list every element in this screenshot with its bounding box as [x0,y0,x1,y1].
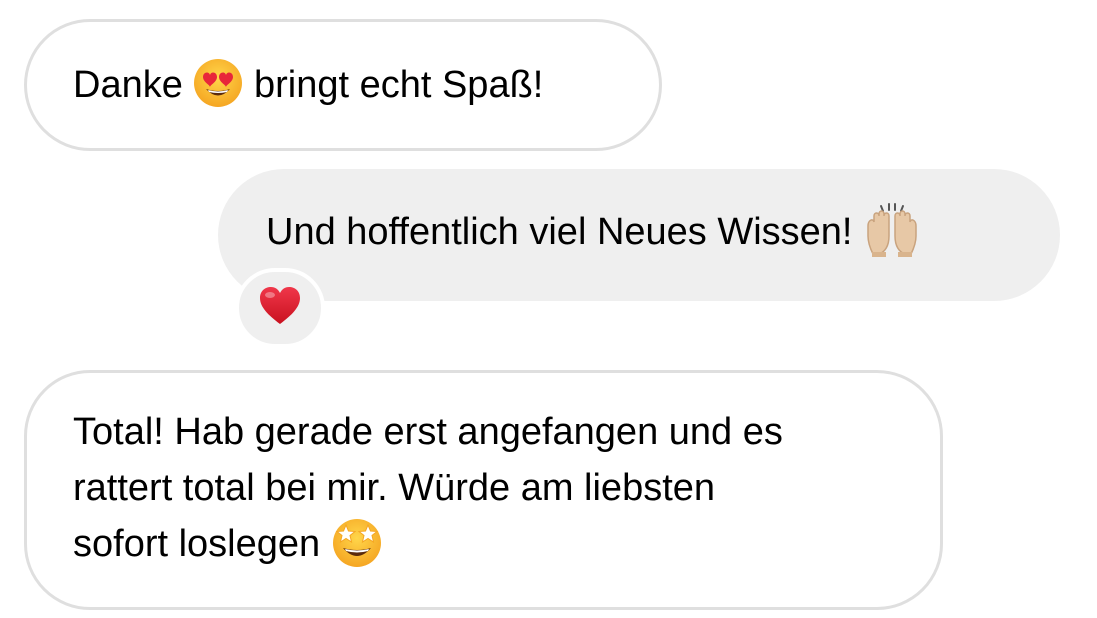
message-reaction[interactable] [235,268,325,348]
star-struck-icon [331,516,383,568]
message-text-line: Total! Hab gerade erst angefangen und es [73,411,783,453]
message-text: sofort loslegen [73,523,321,565]
smiling-face-with-heart-eyes-icon [193,58,243,108]
red-heart-icon [258,286,302,331]
message-text-line: rattert total bei mir. Würde am liebsten [73,467,716,509]
message-text-line-last: sofort loslegen [73,516,940,572]
message-text: Und hoffentlich viel Neues Wissen! [266,211,853,253]
message-bubble-incoming[interactable]: Danke bringt echt Spaß! [24,19,662,151]
message-text: bringt echt Spaß! [253,64,544,106]
message-bubble-incoming[interactable]: Total! Hab gerade erst angefangen und es… [24,370,943,610]
message-text: Danke [73,64,183,106]
message-bubble-outgoing[interactable]: Und hoffentlich viel Neues Wissen! [218,169,1060,301]
raising-hands-icon [863,202,921,258]
